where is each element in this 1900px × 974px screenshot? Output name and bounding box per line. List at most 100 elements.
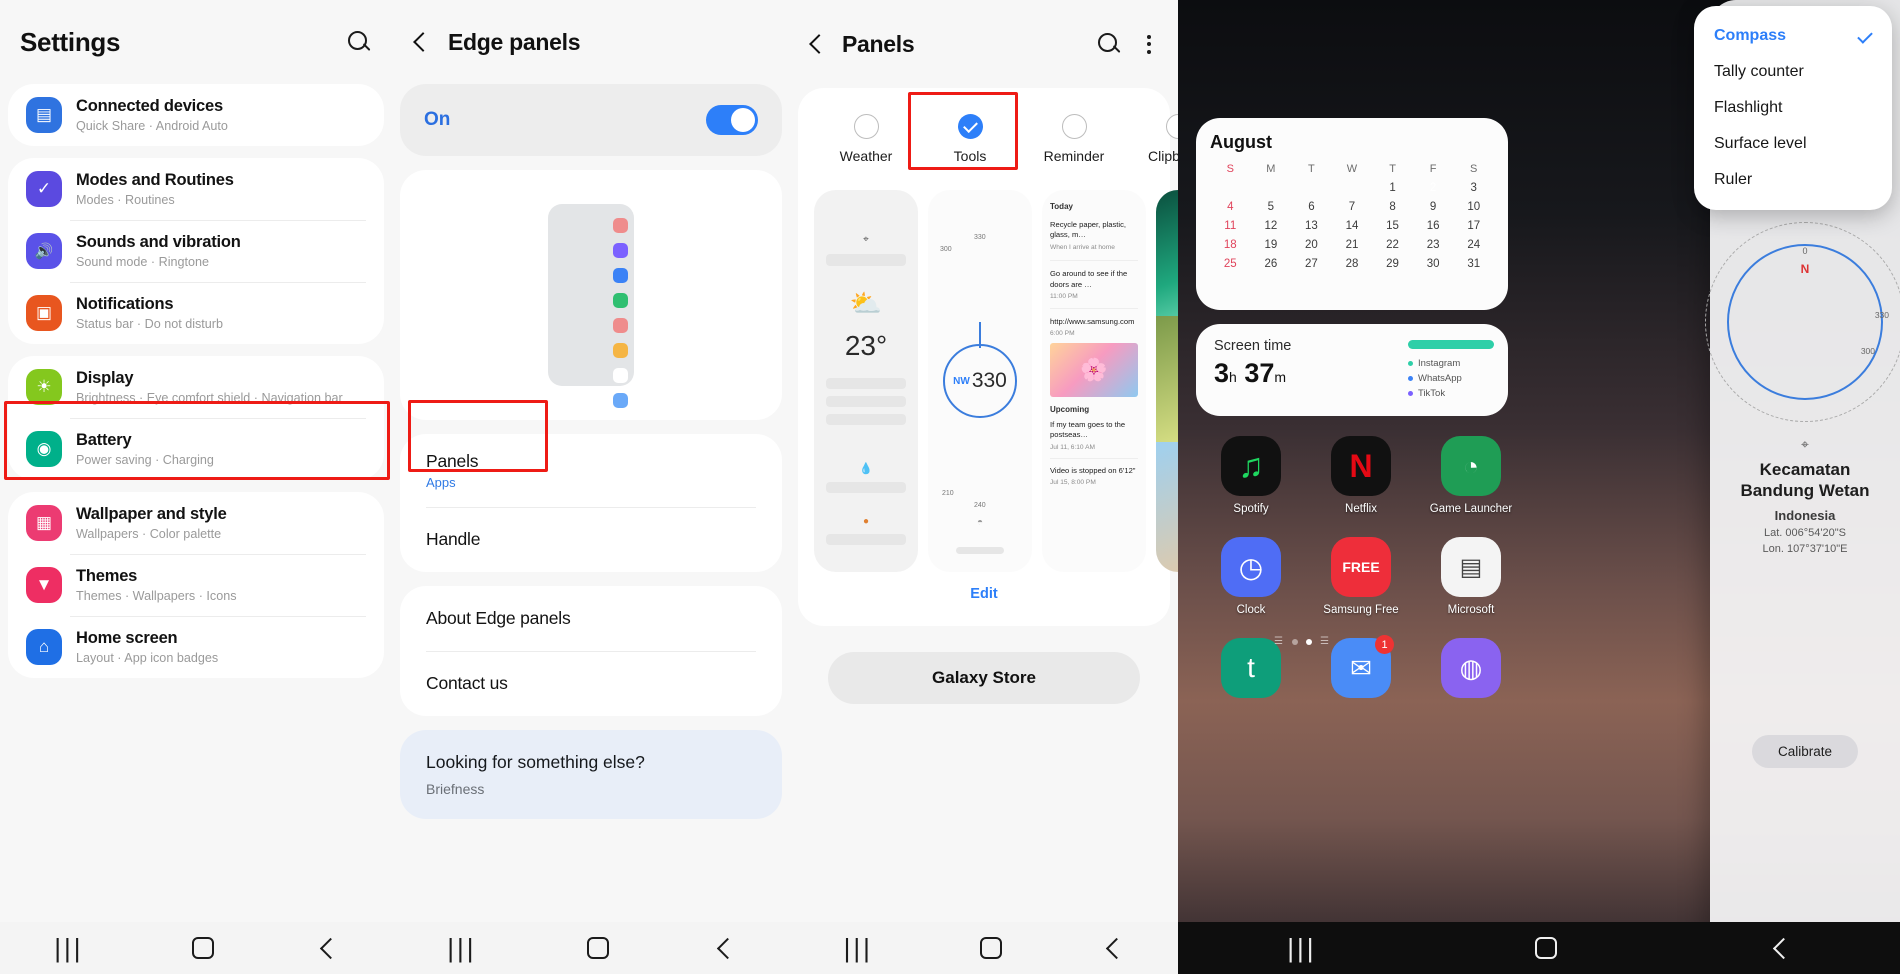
calendar-day: 20	[1305, 239, 1318, 251]
list-item-about-edge-panels[interactable]: About Edge panels	[400, 586, 782, 651]
recents-icon[interactable]: |||	[1287, 935, 1316, 961]
reminder-panel-preview[interactable]: Today Recycle paper, plastic, glass, m… …	[1042, 190, 1146, 572]
back-icon[interactable]	[413, 32, 433, 52]
recents-icon[interactable]: |||	[844, 935, 873, 961]
edit-link[interactable]: Edit	[798, 586, 1170, 602]
menu-item-label: Ruler	[1714, 171, 1753, 188]
sidebar-item-wallpaper-style[interactable]: ▦ Wallpaper and style Wallpapers · Color…	[8, 492, 384, 554]
sidebar-item-battery[interactable]: ◉ Battery Power saving · Charging	[8, 418, 384, 480]
radio-unchecked-icon[interactable]	[1061, 114, 1087, 139]
row-title: Notifications	[76, 295, 174, 313]
recents-icon[interactable]: |||	[447, 935, 476, 961]
calendar-widget[interactable]: August S M T W T F S 1 2 3 4 5 6 7 8 9 1…	[1196, 118, 1508, 310]
tab-reminder[interactable]: Reminder	[1022, 106, 1126, 174]
home-icon[interactable]	[980, 937, 1003, 959]
edge-panels-toggle[interactable]	[706, 105, 758, 135]
row-subtitle: Modes · Routines	[76, 193, 175, 207]
weather-panel-preview[interactable]: ⌖ ⛅ 23° 💧 ●	[814, 190, 918, 572]
sidebar-item-connected-devices[interactable]: ▤ Connected devices Quick Share · Androi…	[8, 84, 384, 146]
notification-badge: 1	[1375, 635, 1394, 654]
reminder-item-text: If my team goes to the postseas…	[1050, 420, 1126, 440]
menu-item-ruler[interactable]: Ruler	[1694, 162, 1892, 198]
app-dock-1[interactable]: t	[1196, 638, 1306, 705]
list-item-panels[interactable]: Panels Apps	[400, 434, 782, 507]
calendar-grid: S M T W T F S 1 2 3 4 5 6 7 8 9 10 11 12…	[1210, 163, 1494, 270]
recents-icon[interactable]: |||	[54, 935, 83, 961]
game-launcher-icon: ◔	[1441, 436, 1501, 496]
calendar-day: 15	[1386, 220, 1399, 232]
home-icon[interactable]	[1535, 937, 1558, 959]
menu-item-flashlight[interactable]: Flashlight	[1694, 90, 1892, 126]
screen-time-legend: Instagram WhatsApp TikTok	[1408, 340, 1494, 403]
sidebar-item-display[interactable]: ☀ Display Brightness · Eye comfort shiel…	[8, 356, 384, 418]
screenshot-stage: Settings ▤ Connected devices Quick Share…	[0, 0, 1900, 974]
radio-unchecked-icon[interactable]	[853, 114, 879, 139]
radio-checked-icon[interactable]	[957, 114, 983, 139]
sidebar-item-notifications[interactable]: ▣ Notifications Status bar · Do not dist…	[8, 282, 384, 344]
edge-panels-toggle-row[interactable]: On	[400, 84, 782, 156]
home-icon[interactable]	[587, 937, 610, 959]
search-icon[interactable]	[346, 29, 372, 55]
page-indicator[interactable]: ☰ ☰	[1274, 636, 1330, 647]
row-subtitle: Status bar · Do not disturb	[76, 317, 223, 331]
panel-preview-list: ⌖ ⛅ 23° 💧 ● 330 300 240 210 NW330 ◓ Toda…	[798, 174, 1178, 572]
sidebar-item-themes[interactable]: ▼ Themes Themes · Wallpapers · Icons	[8, 554, 384, 616]
calendar-day: 8	[1389, 201, 1396, 213]
legend-item: TikTok	[1408, 388, 1494, 399]
back-icon[interactable]	[1772, 937, 1794, 959]
more-options-icon[interactable]	[1138, 33, 1160, 55]
menu-item-surface-level[interactable]: Surface level	[1694, 126, 1892, 162]
sidebar-item-modes-routines[interactable]: ✓ Modes and Routines Modes · Routines	[8, 158, 384, 220]
radio-unchecked-icon[interactable]	[1165, 114, 1178, 139]
tab-weather[interactable]: Weather	[814, 106, 918, 174]
calendar-day-today: 2	[1413, 182, 1454, 194]
edge-panels-screen: Edge panels On Panels Apps Handle About …	[392, 0, 790, 974]
tab-label: Reminder	[1043, 148, 1105, 164]
calendar-day: 5	[1267, 201, 1275, 213]
app-netflix[interactable]: N Netflix	[1306, 436, 1416, 515]
screen-time-widget[interactable]: Screen time 3h 37m Instagram WhatsApp Ti…	[1196, 324, 1508, 416]
back-icon[interactable]	[1106, 937, 1128, 959]
sidebar-item-home-screen[interactable]: ⌂ Home screen Layout · App icon badges	[8, 616, 384, 678]
back-icon[interactable]	[319, 937, 341, 959]
clipboard-panel-preview[interactable]	[1156, 190, 1178, 572]
app-microsoft[interactable]: ▤ Microsoft	[1416, 537, 1526, 616]
app-messages[interactable]: ✉ 1	[1306, 635, 1416, 705]
back-icon[interactable]	[809, 34, 829, 54]
panel-tab-list: Weather Tools Reminder Clipboard	[798, 106, 1178, 174]
menu-item-compass[interactable]: Compass	[1694, 18, 1892, 54]
tools-panel-preview[interactable]: 330 300 240 210 NW330 ◓	[928, 190, 1032, 572]
teal-app-icon: t	[1221, 638, 1281, 698]
sidebar-item-sounds-vibration[interactable]: 🔊 Sounds and vibration Sound mode · Ring…	[8, 220, 384, 282]
compass-tick: 300	[1860, 346, 1875, 356]
settings-header: Settings	[0, 0, 392, 84]
row-title: Connected devices	[76, 97, 223, 115]
menu-item-tally-counter[interactable]: Tally counter	[1694, 54, 1892, 90]
app-dock-3[interactable]: ◍	[1416, 638, 1526, 705]
calendar-dow: W	[1346, 163, 1358, 175]
search-icon[interactable]	[1096, 31, 1122, 57]
calendar-dow: M	[1266, 163, 1276, 175]
modes-routines-icon: ✓	[26, 171, 62, 207]
calibrate-button[interactable]: Calibrate	[1751, 735, 1859, 768]
app-samsung-free[interactable]: FREE Samsung Free	[1306, 537, 1416, 616]
tab-clipboard[interactable]: Clipboard	[1126, 106, 1178, 174]
row-subtitle: Brightness · Eye comfort shield · Naviga…	[76, 391, 343, 405]
app-game-launcher[interactable]: ◔ Game Launcher	[1416, 436, 1526, 515]
list-item-contact-us[interactable]: Contact us	[400, 651, 782, 716]
app-clock[interactable]: ◷ Clock	[1196, 537, 1306, 616]
home-icon[interactable]	[192, 937, 215, 959]
list-item-handle[interactable]: Handle	[400, 507, 782, 572]
calendar-day	[1291, 182, 1332, 194]
tab-tools[interactable]: Tools	[918, 106, 1022, 174]
galaxy-store-button[interactable]: Galaxy Store	[828, 652, 1140, 704]
reminder-today-label: Today	[1050, 202, 1073, 211]
row-subtitle: Wallpapers · Color palette	[76, 527, 222, 541]
app-spotify[interactable]: ♫ Spotify	[1196, 436, 1306, 515]
calendar-day: 27	[1305, 258, 1318, 270]
calendar-dow: F	[1429, 163, 1437, 175]
looking-for-something-else-card[interactable]: Looking for something else? Briefness	[400, 730, 782, 819]
back-icon[interactable]	[716, 937, 738, 959]
calendar-day: 24	[1467, 239, 1481, 251]
row-title: Themes	[76, 567, 138, 585]
